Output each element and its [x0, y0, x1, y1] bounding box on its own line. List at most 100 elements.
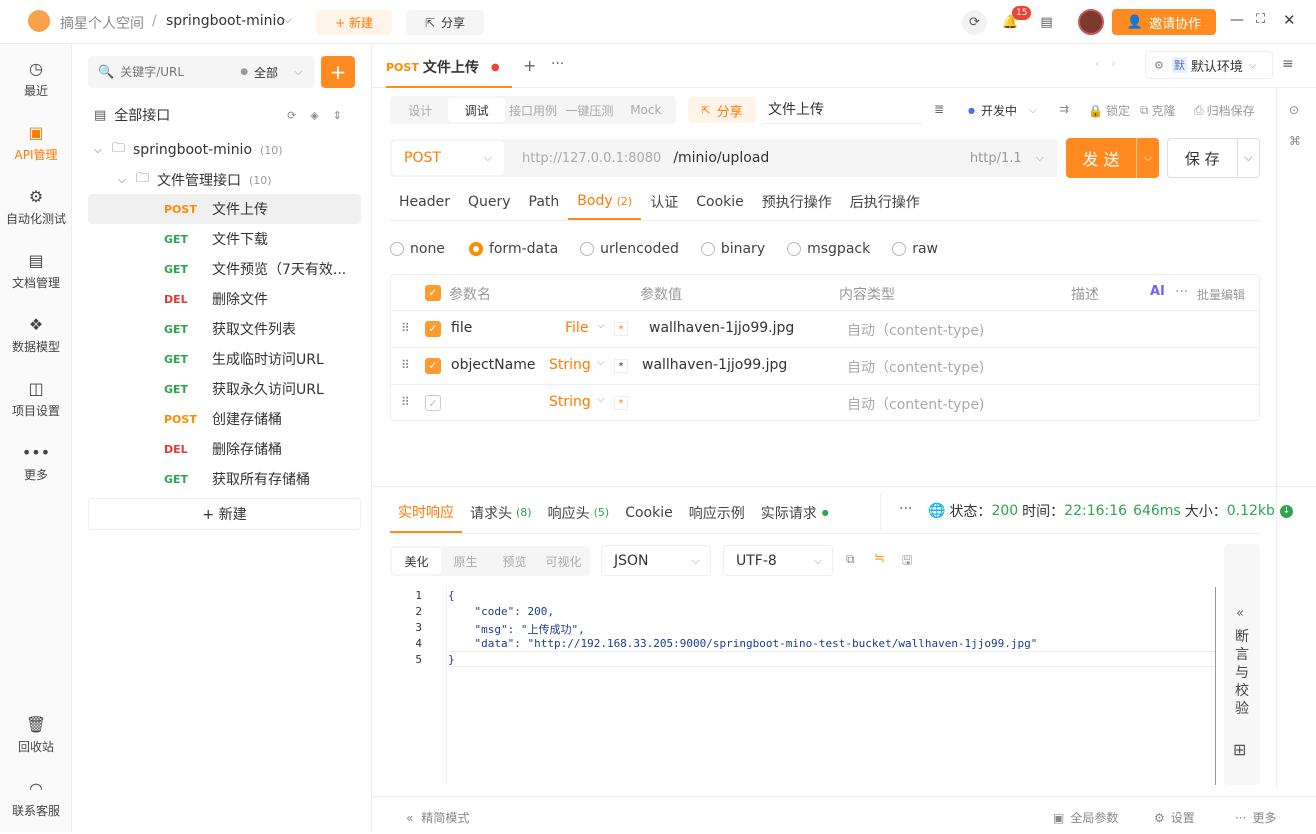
param-name-input[interactable]: objectName [451, 357, 535, 373]
body-type-radio[interactable]: none [390, 241, 445, 257]
wrap-icon[interactable]: ≒ [874, 551, 885, 566]
grid-icon[interactable]: ⊞ [1233, 740, 1246, 759]
tab-nav-arrows-icon[interactable]: ‹› [1095, 57, 1128, 70]
save-button[interactable]: 保 存 ⌵ [1167, 138, 1260, 178]
chevron-down-icon[interactable]: ⌵ [294, 65, 302, 79]
api-item[interactable]: GET 获取永久访问URL [88, 374, 361, 404]
view-tab[interactable]: 预览 [490, 548, 539, 574]
drag-handle-icon[interactable]: ⠿ [401, 395, 410, 409]
lock-button[interactable]: 🔒 锁定 [1088, 102, 1130, 119]
align-icon[interactable]: ⇉ [1059, 102, 1069, 116]
url-path-input[interactable]: /minio/upload [673, 150, 769, 166]
maximize-icon[interactable]: ⛶ [1256, 12, 1265, 27]
project-folder-row[interactable]: ⌵ 🗀 springboot-minio (10) [94, 139, 356, 161]
response-body-editor[interactable]: 1 {2 "code": 200, 3 "msg": "上传成功", 4 "data"… [390, 587, 1216, 785]
download-icon[interactable]: ↓ [1279, 504, 1293, 518]
api-item[interactable]: POST 文件上传 [88, 194, 361, 224]
sync-icon[interactable]: ⟳ [962, 10, 987, 35]
chevron-down-icon[interactable]: ⌵ [597, 394, 605, 405]
mode-tab[interactable]: Mock [618, 98, 674, 122]
code-icon[interactable]: ⌘ [1289, 134, 1301, 148]
required-icon[interactable]: * [614, 396, 628, 410]
nav-bottom-item-0[interactable]: 🗑 回收站 [0, 714, 72, 770]
collapse-left-icon[interactable]: « [1236, 606, 1244, 621]
response-tab[interactable]: 响应头 (5) [540, 492, 618, 533]
body-type-radio[interactable]: urlencoded [580, 241, 679, 257]
workspace-name[interactable]: 摘星个人空间 [60, 13, 144, 33]
global-params-button[interactable]: ▣ 全局参数 [1053, 809, 1118, 826]
request-tab[interactable]: 后执行操作 [841, 184, 929, 220]
content-type-input[interactable]: 自动（content-type) [847, 320, 984, 340]
chevron-down-icon[interactable]: ⌵ [1137, 151, 1159, 165]
nav-item-4[interactable]: ❖ 数据模型 [0, 314, 72, 370]
archive-button[interactable]: ⎙ 归档保存 [1194, 102, 1255, 119]
all-apis-row[interactable]: ▤ 全部接口 ⟳◈⇕ [94, 104, 356, 126]
drag-handle-icon[interactable]: ⠿ [401, 321, 410, 335]
required-icon[interactable]: * [614, 359, 628, 373]
param-checkbox[interactable]: ✓ [425, 358, 441, 374]
api-item[interactable]: GET 获取文件列表 [88, 314, 361, 344]
api-item[interactable]: GET 文件预览（7天有效... [88, 254, 361, 284]
batch-edit-button[interactable]: 批量编辑 [1197, 286, 1245, 303]
new-api-button[interactable]: + 新建 [88, 498, 361, 530]
new-button[interactable]: + 新建 [316, 10, 392, 35]
chevron-down-icon[interactable]: ⌵ [1237, 151, 1259, 165]
required-icon[interactable]: * [614, 322, 628, 336]
search-input[interactable] [120, 65, 241, 79]
project-name[interactable]: springboot-minio [166, 13, 285, 29]
more-icon[interactable]: ··· [899, 501, 912, 517]
request-tab[interactable]: Body (2) [568, 184, 642, 220]
side-panel-toggle-icon[interactable]: ⊙ [1289, 103, 1299, 117]
mode-tab[interactable]: 一键压测 [561, 98, 617, 122]
nav-item-1[interactable]: ▣ API管理 [0, 122, 72, 178]
tab-file-upload[interactable]: POST 文件上传 ● [386, 56, 500, 78]
view-tab[interactable]: 原生 [441, 548, 490, 574]
nav-item-0[interactable]: ◷ 最近 [0, 58, 72, 114]
settings-button[interactable]: ⚙ 设置 [1154, 809, 1195, 826]
body-type-radio[interactable]: msgpack [787, 241, 870, 257]
protocol-select[interactable]: http/1.1 [970, 151, 1022, 166]
nav-item-2[interactable]: ⚙ 自动化测试 [0, 186, 72, 242]
minimize-icon[interactable]: — [1230, 12, 1244, 28]
api-item[interactable]: GET 获取所有存储桶 [88, 464, 361, 494]
save-response-icon[interactable]: 🖫 [902, 551, 912, 572]
avatar[interactable] [1078, 9, 1104, 35]
api-item[interactable]: GET 生成临时访问URL [88, 344, 361, 374]
request-tab[interactable]: 预执行操作 [753, 184, 841, 220]
request-tab[interactable]: Query [459, 184, 520, 220]
send-button[interactable]: 发 送 ⌵ [1066, 138, 1159, 178]
mode-tab[interactable]: 调试 [448, 98, 505, 122]
select-all-checkbox[interactable]: ✓ [425, 285, 441, 301]
nav-bottom-item-1[interactable]: ◠ 联系客服 [0, 778, 72, 834]
nav-item-3[interactable]: ▤ 文档管理 [0, 250, 72, 306]
response-tab[interactable]: 请求头 (8) [462, 492, 540, 533]
request-tab[interactable]: Path [520, 184, 569, 220]
api-item[interactable]: DEL 删除存储桶 [88, 434, 361, 464]
request-tab[interactable]: Cookie [687, 184, 753, 220]
param-checkbox[interactable]: ✓ [425, 395, 441, 411]
add-tab-icon[interactable]: + [523, 56, 536, 75]
nav-item-6[interactable]: ••• 更多 [0, 442, 72, 498]
encoding-select[interactable]: UTF-8 ⌵ [723, 545, 833, 576]
editor-scrollbar[interactable] [1215, 587, 1216, 785]
format-icon[interactable]: ≣ [934, 102, 944, 116]
more-tabs-icon[interactable]: ··· [551, 56, 564, 72]
environment-select[interactable]: ⚙ 默 默认环境 ⌵ [1145, 51, 1273, 79]
view-tab[interactable]: 美化 [392, 548, 441, 574]
chevron-down-icon[interactable]: ⌵ [597, 320, 605, 331]
mode-tab[interactable]: 设计 [392, 98, 448, 122]
param-type-select[interactable]: File [565, 320, 588, 336]
content-type-input[interactable]: 自动（content-type) [847, 357, 984, 377]
api-item[interactable]: GET 文件下载 [88, 224, 361, 254]
chevron-down-icon[interactable]: ⌵ [1036, 151, 1044, 165]
api-share-button[interactable]: ⇱ 分享 [688, 97, 756, 123]
response-tab[interactable]: Cookie [617, 492, 681, 533]
drag-handle-icon[interactable]: ⠿ [401, 358, 410, 372]
more-button[interactable]: ··· 更多 [1235, 809, 1276, 826]
menu-icon[interactable]: ≡ [1282, 56, 1294, 72]
param-value-input[interactable]: wallhaven-1jjo99.jpg [642, 357, 787, 373]
ai-icon[interactable]: AI [1150, 284, 1165, 299]
body-type-radio[interactable]: raw [892, 241, 938, 257]
format-select[interactable]: JSON ⌵ [601, 545, 711, 576]
share-button[interactable]: ⇱ 分享 [406, 10, 484, 35]
